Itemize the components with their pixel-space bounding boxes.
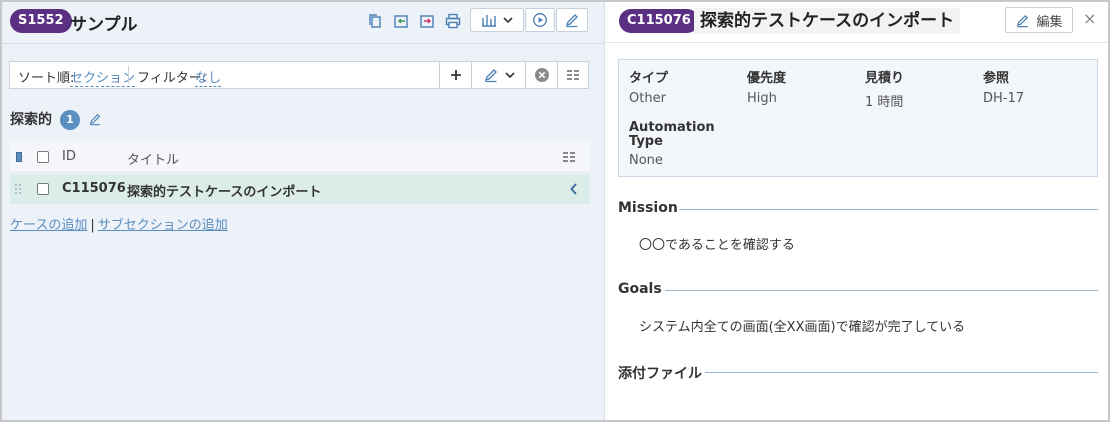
pencil-icon [1017,14,1029,27]
filter-bar: ソート順: セクション フィルター: なし [9,61,589,89]
reference-value: DH-17 [983,91,1025,106]
run-button[interactable] [525,8,555,32]
filter-value-link[interactable]: なし [195,67,222,87]
import-icon[interactable] [391,11,411,31]
row-checkbox[interactable] [37,183,49,195]
estimate-label: 見積り [865,71,905,86]
columns-button[interactable] [557,62,588,88]
add-subsection-link[interactable]: サブセクションの追加 [98,218,228,233]
attachments-heading: 添付ファイル [618,366,702,382]
edit-section-name-icon[interactable] [88,112,102,130]
goals-heading: Goals [618,281,662,297]
add-case-link[interactable]: ケースの追加 [10,218,87,233]
case-count-badge: 1 [60,110,80,130]
link-separator: | [90,218,95,233]
column-header-id[interactable]: ID [62,149,76,164]
add-links: ケースの追加 | サブセクションの追加 [10,214,228,233]
automation-type-value: None [629,153,663,168]
section-id-badge: S1552 [10,9,72,33]
play-circle-icon [533,13,547,27]
mission-heading: Mission [618,200,678,216]
chevron-left-icon[interactable] [570,183,578,199]
edit-label: 編集 [1036,14,1063,30]
section-header: S1552 サンプル [2,2,605,44]
reference-label: 参照 [983,71,1010,86]
attachments-divider [705,372,1098,373]
mission-divider [679,209,1098,210]
export-icon[interactable] [417,11,437,31]
plus-icon [450,70,461,80]
priority-value: High [747,91,777,106]
drag-handle-icon[interactable] [14,183,22,199]
estimate-value: 1 時間 [865,95,904,110]
chevron-down-icon [503,17,513,24]
type-value: Other [629,91,666,106]
goals-text: システム内全ての画面(全XX画面)で確認が完了している [639,320,966,335]
goals-divider [665,290,1098,291]
priority-label: 優先度 [747,71,787,86]
section-marker-icon [16,152,22,162]
automation-type-label-line2: Type [629,134,663,149]
add-button[interactable] [439,62,471,88]
case-properties: タイプ Other 優先度 High 見積り 1 時間 参照 DH-17 Aut… [618,59,1098,177]
case-id-badge: C115076 [619,9,699,33]
copy-icon[interactable] [365,11,385,31]
bar-chart-icon [482,15,496,27]
report-dropdown-button[interactable] [470,8,524,32]
app-frame: S1552 サンプル ソート順: セクション フィルター: なし 探索的 1 I… [0,0,1110,422]
section-name: 探索的 [10,112,52,128]
case-detail-pane: C115076 探索的テストケースのインポート 編集 × タイプ Other 優… [605,2,1108,420]
table-header: ID タイトル [10,141,590,173]
edit-section-button[interactable] [556,8,588,32]
print-icon[interactable] [443,11,463,31]
columns-icon [567,70,579,80]
case-detail-title: 探索的テストケースのインポート [694,8,961,34]
type-label: タイプ [629,71,669,86]
pencil-icon [565,14,578,28]
clear-filter-button[interactable] [525,62,557,88]
case-id: C115076 [62,181,126,196]
mission-text: 〇〇であることを確認する [639,238,795,253]
close-icon[interactable]: × [1083,9,1096,28]
automation-type-label-line1: Automation [629,120,715,135]
case-title[interactable]: 探索的テストケースのインポート [127,181,321,200]
close-circle-icon [534,68,549,82]
column-options-icon[interactable] [562,151,576,167]
pencil-icon [484,69,497,83]
select-all-checkbox[interactable] [37,151,49,163]
sort-label: ソート順: [18,71,75,86]
bulk-edit-dropdown-button[interactable] [471,62,525,88]
column-header-title[interactable]: タイトル [127,149,179,168]
chevron-down-icon [504,72,515,79]
section-title: サンプル [70,15,138,35]
section-pane: S1552 サンプル ソート順: セクション フィルター: なし 探索的 1 I… [2,2,605,420]
sort-value-link[interactable]: セクション [70,67,136,87]
edit-case-button[interactable]: 編集 [1005,7,1073,33]
table-row[interactable]: C115076 探索的テストケースのインポート [10,174,590,204]
